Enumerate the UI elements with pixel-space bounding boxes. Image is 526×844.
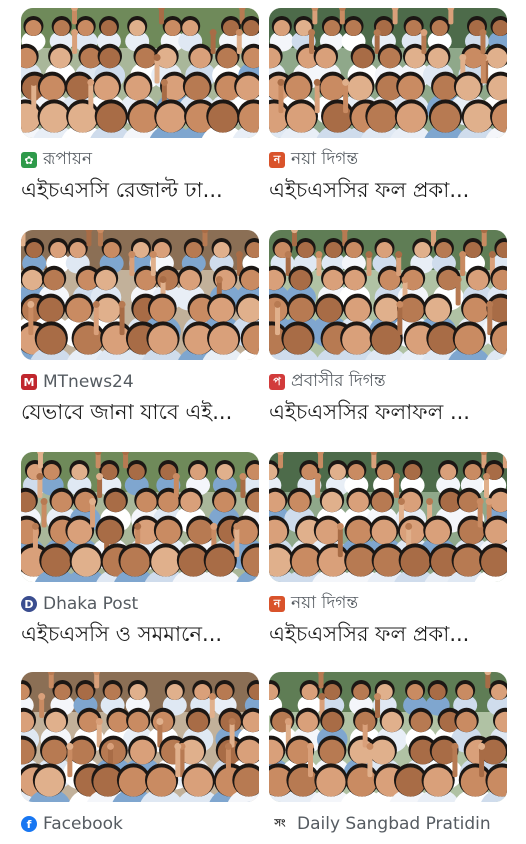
dhaka-post-logo-icon: D — [21, 596, 37, 612]
sangbad-pratidin-logo-icon: সং — [269, 816, 291, 832]
news-headline[interactable]: এইচএসসি রেজাল্ট ঢা... — [21, 175, 259, 205]
source-name: নয়া দিগন্ত — [291, 149, 359, 169]
source-name: Dhaka Post — [43, 594, 139, 614]
source-name: নয়া দিগন্ত — [291, 593, 359, 613]
news-card[interactable]: ✿ রূপায়ন এইচএসসি রেজাল্ট ঢা... — [21, 8, 259, 205]
news-headline[interactable]: এইচএসসির ফলাফল ... — [269, 397, 507, 427]
news-source: ন নয়া দিগন্ত — [269, 149, 507, 171]
news-thumbnail[interactable] — [269, 8, 507, 138]
rupayan-logo-icon: ✿ — [21, 152, 37, 168]
source-name: প্রবাসীর দিগন্ত — [291, 371, 386, 391]
news-source: সং Daily Sangbad Pratidin — [269, 813, 507, 835]
news-headline[interactable]: এইচএসসির ফল প্রকা... — [269, 175, 507, 205]
news-card[interactable]: D Dhaka Post এইচএসসি ও সমমানে... — [21, 452, 259, 649]
source-name: রূপায়ন — [43, 149, 93, 169]
news-card[interactable]: M MTnews24 যেভাবে জানা যাবে এই... — [21, 230, 259, 427]
news-source: D Dhaka Post — [21, 593, 259, 615]
news-card[interactable]: f Facebook — [21, 672, 259, 835]
news-thumbnail[interactable] — [21, 672, 259, 802]
news-headline[interactable]: এইচএসসির ফল প্রকা... — [269, 619, 507, 649]
facebook-logo-icon: f — [21, 816, 37, 832]
news-card[interactable]: সং Daily Sangbad Pratidin — [269, 672, 507, 835]
news-card[interactable]: প প্রবাসীর দিগন্ত এইচএসসির ফলাফল ... — [269, 230, 507, 427]
probashir-diganta-logo-icon: প — [269, 374, 285, 390]
source-name: MTnews24 — [43, 372, 134, 392]
news-headline[interactable]: এইচএসসি ও সমমানে... — [21, 619, 259, 649]
news-card[interactable]: ন নয়া দিগন্ত এইচএসসির ফল প্রকা... — [269, 452, 507, 649]
naya-diganta-logo-icon: ন — [269, 596, 285, 612]
news-thumbnail[interactable] — [21, 8, 259, 138]
news-card[interactable]: ন নয়া দিগন্ত এইচএসসির ফল প্রকা... — [269, 8, 507, 205]
news-thumbnail[interactable] — [269, 672, 507, 802]
source-name: Facebook — [43, 814, 123, 834]
naya-diganta-logo-icon: ন — [269, 152, 285, 168]
news-thumbnail[interactable] — [21, 230, 259, 360]
news-source: f Facebook — [21, 813, 259, 835]
news-image-grid: ✿ রূপায়ন এইচএসসি রেজাল্ট ঢা... ন নয়া দ… — [0, 0, 526, 844]
news-source: ন নয়া দিগন্ত — [269, 593, 507, 615]
news-source: ✿ রূপায়ন — [21, 149, 259, 171]
mtnews24-logo-icon: M — [21, 374, 37, 390]
news-source: M MTnews24 — [21, 371, 259, 393]
news-headline[interactable]: যেভাবে জানা যাবে এই... — [21, 397, 259, 427]
news-source: প প্রবাসীর দিগন্ত — [269, 371, 507, 393]
news-thumbnail[interactable] — [269, 230, 507, 360]
news-thumbnail[interactable] — [21, 452, 259, 582]
source-name: Daily Sangbad Pratidin — [297, 814, 491, 834]
news-thumbnail[interactable] — [269, 452, 507, 582]
